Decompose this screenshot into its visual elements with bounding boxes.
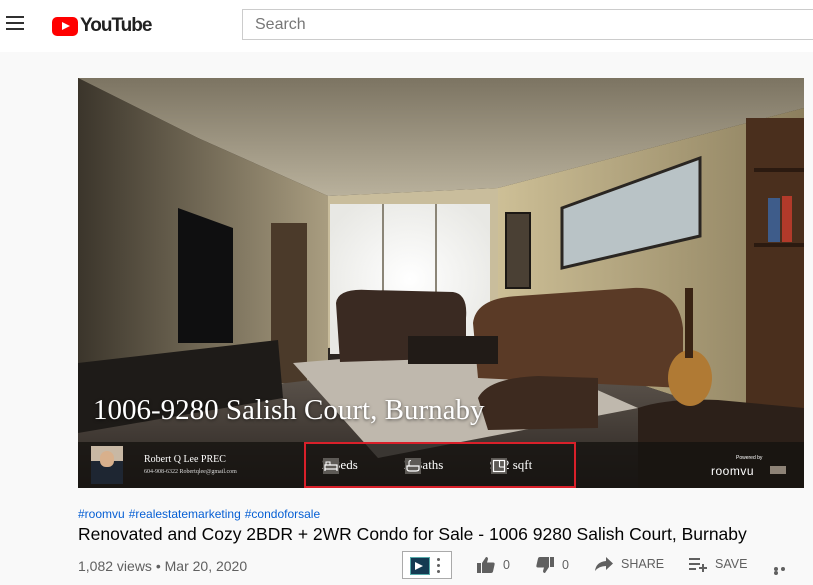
powered-by-text: Powered by [736,455,763,461]
logo-text: YouTube [80,15,152,36]
search-box[interactable] [242,9,813,40]
channel-button[interactable] [402,551,452,579]
beds-stat: 2 Beds [322,457,358,474]
masthead: YouTube [0,0,813,52]
youtube-logo[interactable]: YouTube [52,15,152,37]
meta-separator: • [155,558,161,574]
roomvu-badge [770,466,786,474]
thumbs-down-icon [536,557,554,573]
bed-icon [323,458,339,474]
like-button[interactable]: 0 [476,556,510,574]
video-player[interactable]: 1006-9280 Salish Court, Burnaby Robert Q… [78,78,804,488]
listing-stats-highlight: 2 Beds 2 Baths 962 sqft [304,442,576,488]
share-icon [595,557,613,571]
hashtags: #roomvu #realestatemarketing #condoforsale [78,507,324,521]
hashtag-link[interactable]: #roomvu [78,507,125,521]
bathtub-icon [405,458,421,474]
menu-icon[interactable] [6,16,24,30]
save-label: SAVE [715,557,748,571]
video-overlay-title: 1006-9280 Salish Court, Burnaby [93,394,485,426]
hashtag-link[interactable]: #realestatemarketing [129,507,241,521]
view-count: 1,082 views [78,558,152,574]
channel-logo-icon [410,557,430,575]
baths-stat: 2 Baths [404,457,443,474]
dislike-button[interactable]: 0 [535,556,569,574]
share-label: SHARE [621,557,665,571]
listing-info-bar: Robert Q Lee PREC 604-908-6322 Robertqle… [78,442,804,488]
share-button[interactable]: SHARE [594,556,664,572]
more-actions-icon[interactable] [774,567,794,575]
agent-avatar [91,446,123,484]
area-stat: 962 sqft [490,457,532,474]
thumbs-up-icon [477,557,495,573]
hashtag-link[interactable]: #condoforsale [245,507,320,521]
agent-name: Robert Q Lee PREC [144,454,226,465]
roomvu-brand: roomvu [711,464,755,478]
upload-date: Mar 20, 2020 [164,558,248,574]
agent-contact: 604-908-6322 Robertqlee@gmail.com [144,469,237,475]
like-count: 0 [503,558,510,572]
video-title: Renovated and Cozy 2BDR + 2WR Condo for … [78,524,747,544]
floorplan-icon [491,458,507,474]
youtube-play-icon [52,16,78,36]
video-meta: 1,082 views • Mar 20, 2020 [78,558,247,574]
dislike-count: 0 [562,558,569,572]
more-vert-icon[interactable] [437,558,441,574]
search-input[interactable] [243,10,813,39]
save-button[interactable]: SAVE [688,556,747,572]
playlist-add-icon [689,558,707,572]
